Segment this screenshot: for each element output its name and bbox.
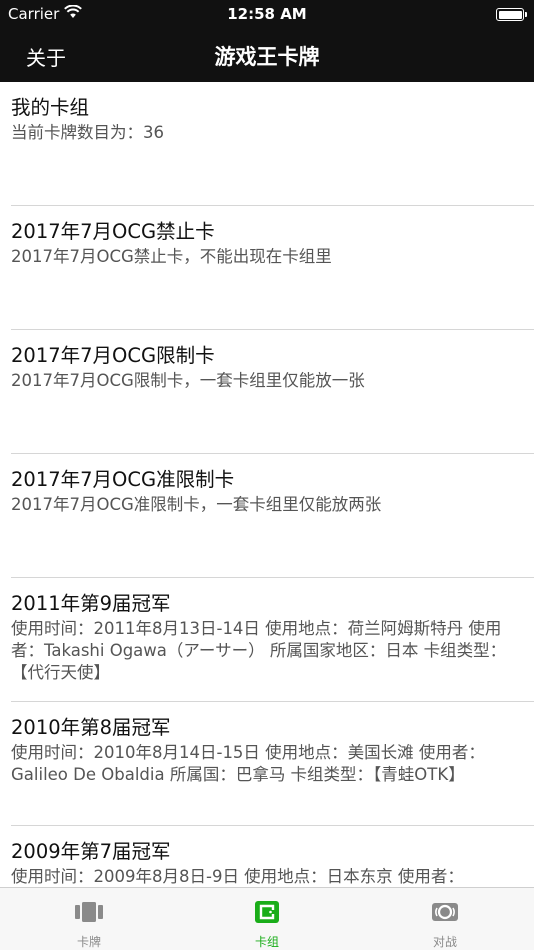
tab-battle[interactable]: 对战 — [356, 888, 534, 950]
item-description: 2017年7月OCG禁止卡，不能出现在卡组里 — [11, 247, 332, 266]
list-item[interactable]: 2009年第7届冠军 使用时间：2009年8月8日-9日 使用地点：日本东京 使… — [0, 826, 534, 887]
list-item[interactable]: 2017年7月OCG准限制卡 2017年7月OCG准限制卡，一套卡组里仅能放两张 — [0, 454, 534, 578]
page-title: 游戏王卡牌 — [214, 45, 320, 69]
tab-label: 卡牌 — [76, 935, 101, 949]
item-title: 2009年第7届冠军 — [11, 840, 171, 863]
battery-icon — [496, 8, 527, 21]
item-title: 2011年第9届冠军 — [11, 592, 171, 615]
item-title: 2010年第8届冠军 — [11, 716, 171, 739]
navigation-bar: 关于 游戏王卡牌 — [0, 28, 534, 82]
tab-cards[interactable]: 卡牌 — [0, 888, 178, 950]
list-item[interactable]: 2010年第8届冠军 使用时间：2010年8月14日-15日 使用地点：美国长滩… — [0, 702, 534, 826]
deck-list[interactable]: 我的卡组 当前卡牌数目为：36 2017年7月OCG禁止卡 2017年7月OCG… — [0, 82, 534, 887]
item-description: 使用时间：2010年8月14日-15日 使用地点：美国长滩 使用者：Galile… — [11, 743, 485, 784]
list-item[interactable]: 我的卡组 当前卡牌数目为：36 — [0, 82, 534, 206]
list-item[interactable]: 2017年7月OCG禁止卡 2017年7月OCG禁止卡，不能出现在卡组里 — [0, 206, 534, 330]
item-description: 2017年7月OCG限制卡，一套卡组里仅能放一张 — [11, 371, 365, 390]
deck-wallet-icon — [255, 901, 279, 923]
item-description: 2017年7月OCG准限制卡，一套卡组里仅能放两张 — [11, 495, 382, 514]
item-description: 使用时间：2011年8月13日-14日 使用地点：荷兰阿姆斯特丹 使用者：Tak… — [11, 619, 507, 682]
status-bar: Carrier 12:58 AM — [0, 0, 534, 28]
list-item[interactable]: 2017年7月OCG限制卡 2017年7月OCG限制卡，一套卡组里仅能放一张 — [0, 330, 534, 454]
tab-deck[interactable]: 卡组 — [178, 888, 356, 950]
list-item[interactable]: 2011年第9届冠军 使用时间：2011年8月13日-14日 使用地点：荷兰阿姆… — [0, 578, 534, 702]
item-description: 使用时间：2009年8月8日-9日 使用地点：日本东京 使用者： — [11, 867, 464, 886]
cards-icon — [75, 902, 103, 922]
item-description: 当前卡牌数目为：36 — [11, 123, 164, 142]
item-title: 2017年7月OCG准限制卡 — [11, 468, 235, 491]
tab-label: 对战 — [432, 935, 457, 949]
tab-bar: 卡牌 卡组 对战 — [0, 887, 534, 950]
item-title: 我的卡组 — [11, 96, 90, 119]
battle-icon — [432, 903, 458, 921]
item-title: 2017年7月OCG禁止卡 — [11, 220, 215, 243]
clock: 12:58 AM — [227, 5, 307, 23]
item-title: 2017年7月OCG限制卡 — [11, 344, 215, 367]
tab-label: 卡组 — [254, 935, 279, 949]
